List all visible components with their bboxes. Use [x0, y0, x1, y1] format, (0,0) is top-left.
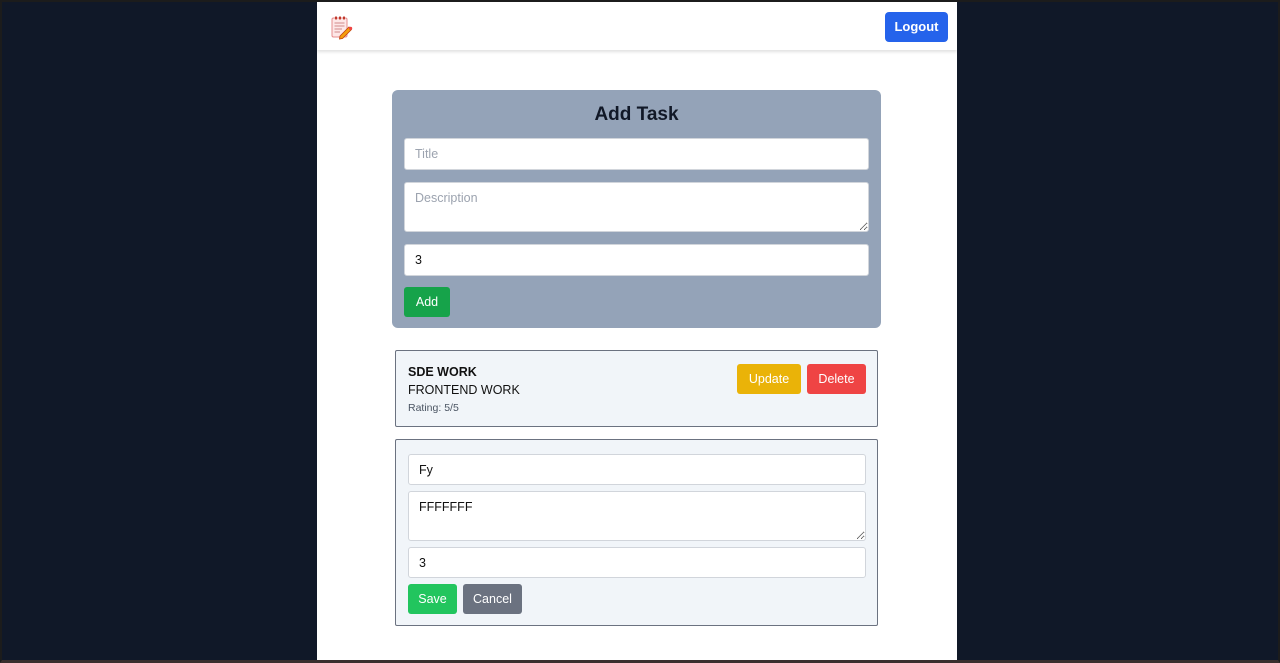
navbar: Logout — [317, 2, 957, 50]
notepad-pencil-icon[interactable] — [331, 16, 353, 40]
task-rating: Rating: 5/5 — [408, 402, 459, 414]
edit-rating-input[interactable] — [408, 547, 866, 578]
add-button[interactable]: Add — [404, 287, 450, 317]
delete-button[interactable]: Delete — [807, 364, 866, 394]
cancel-button[interactable]: Cancel — [463, 584, 522, 614]
title-input[interactable] — [404, 138, 869, 170]
rating-input[interactable] — [404, 244, 869, 276]
task-rating-value: 5/5 — [444, 402, 459, 414]
task-title: SDE WORK — [408, 365, 477, 379]
app-container: Logout Add Task Add SDE WORK FRONTEND WO… — [317, 2, 957, 661]
edit-task-form: FFFFFFF Save Cancel — [395, 439, 878, 626]
task-description: FRONTEND WORK — [408, 383, 520, 397]
logout-button[interactable]: Logout — [885, 12, 948, 42]
edit-description-input[interactable]: FFFFFFF — [408, 491, 866, 541]
edit-title-input[interactable] — [408, 454, 866, 485]
add-task-heading: Add Task — [594, 104, 679, 125]
description-input[interactable] — [404, 182, 869, 232]
task-rating-label: Rating: — [408, 402, 442, 414]
task-card: SDE WORK FRONTEND WORK Rating: 5/5 Updat… — [395, 350, 878, 427]
update-button[interactable]: Update — [737, 364, 801, 394]
add-task-form: Add Task Add — [392, 90, 881, 328]
save-button[interactable]: Save — [408, 584, 457, 614]
